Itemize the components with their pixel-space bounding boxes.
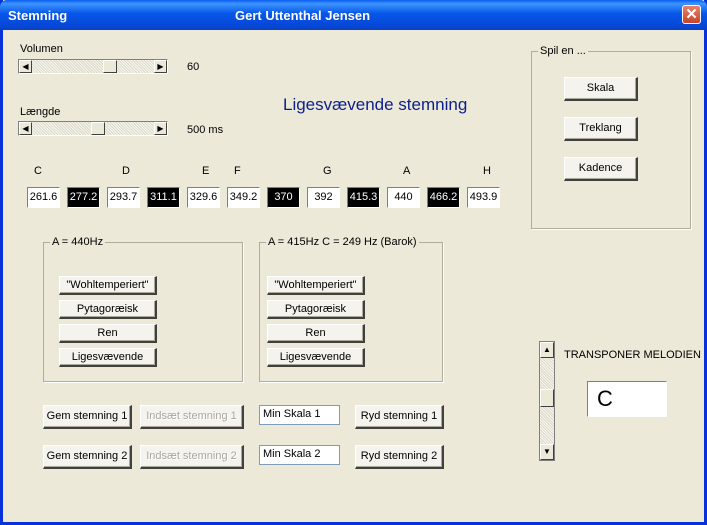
note-value-box[interactable]: 277.2 [67,187,100,208]
note-label-g: G [323,165,332,177]
window-author: Gert Uttenthal Jensen [235,8,371,23]
note-label-h: H [483,165,491,177]
window-title: Stemning [8,8,68,23]
note-label-e: E [202,165,210,177]
scroll-up-arrow-icon[interactable]: ▲ [540,342,554,358]
note-value-box[interactable]: 392 [307,187,340,208]
laengde-slider[interactable]: ◀ ▶ [18,121,168,136]
group-a440-legend: A = 440Hz [50,236,106,248]
barok-ren-button[interactable]: Ren [267,324,365,343]
tuning-heading: Ligesvævende stemning [283,95,468,114]
scale-name-2-input[interactable]: Min Skala 2 [259,445,340,465]
note-value-box[interactable]: 466.2 [427,187,460,208]
treklang-button[interactable]: Treklang [564,117,638,141]
note-value-box[interactable]: 370 [267,187,300,208]
gem-stemning-2-button[interactable]: Gem stemning 2 [43,445,132,469]
note-value-box[interactable]: 311.1 [147,187,180,208]
transpose-scrollbar[interactable]: ▲ ▼ [539,341,555,461]
note-value-box[interactable]: 293.7 [107,187,140,208]
transpose-scroll-thumb[interactable] [540,389,554,407]
volumen-value: 60 [187,61,200,73]
scroll-down-arrow-icon[interactable]: ▼ [540,444,554,460]
note-value-box[interactable]: 349.2 [227,187,260,208]
barok-ligesvaevende-button[interactable]: Ligesvævende [267,348,365,367]
slider-right-arrow-icon[interactable]: ▶ [154,60,167,73]
indsaet-stemning-1-button[interactable]: Indsæt stemning 1 [140,405,244,429]
barok-pytagoraeisk-button[interactable]: Pytagoræisk [267,300,365,319]
a440-ligesvaevende-button[interactable]: Ligesvævende [59,348,157,367]
note-label-f: F [234,165,241,177]
note-value-box[interactable]: 329.6 [187,187,220,208]
kadence-button[interactable]: Kadence [564,157,638,181]
note-value-box[interactable]: 493.9 [467,187,500,208]
volumen-label: Volumen [20,43,63,55]
laengde-slider-thumb[interactable] [91,122,105,135]
close-icon[interactable]: ✕ [682,5,701,24]
ryd-stemning-1-button[interactable]: Ryd stemning 1 [355,405,444,429]
note-value-box[interactable]: 415.3 [347,187,380,208]
laengde-label: Længde [20,106,61,118]
note-value-box[interactable]: 261.6 [27,187,60,208]
title-bar[interactable]: Stemning Gert Uttenthal Jensen ✕ [0,0,707,30]
transpose-key-display: C [587,381,667,417]
ryd-stemning-2-button[interactable]: Ryd stemning 2 [355,445,444,469]
slider-right-arrow-icon[interactable]: ▶ [154,122,167,135]
barok-wohltemperiert-button[interactable]: "Wohltemperiert" [267,276,365,295]
transpose-label: TRANSPONER MELODIEN [564,349,701,361]
a440-pytagoraeisk-button[interactable]: Pytagoræisk [59,300,157,319]
volumen-slider-thumb[interactable] [103,60,117,73]
note-label-c: C [34,165,42,177]
spil-en-legend: Spil en ... [538,45,588,57]
volumen-slider[interactable]: ◀ ▶ [18,59,168,74]
group-barok-legend: A = 415Hz C = 249 Hz (Barok) [266,236,419,248]
laengde-value: 500 ms [187,124,224,136]
a440-wohltemperiert-button[interactable]: "Wohltemperiert" [59,276,157,295]
a440-ren-button[interactable]: Ren [59,324,157,343]
note-label-d: D [122,165,130,177]
indsaet-stemning-2-button[interactable]: Indsæt stemning 2 [140,445,244,469]
slider-left-arrow-icon[interactable]: ◀ [19,122,32,135]
note-value-box[interactable]: 440 [387,187,420,208]
note-label-a: A [403,165,411,177]
slider-left-arrow-icon[interactable]: ◀ [19,60,32,73]
gem-stemning-1-button[interactable]: Gem stemning 1 [43,405,132,429]
skala-button[interactable]: Skala [564,77,638,101]
scale-name-1-input[interactable]: Min Skala 1 [259,405,340,425]
